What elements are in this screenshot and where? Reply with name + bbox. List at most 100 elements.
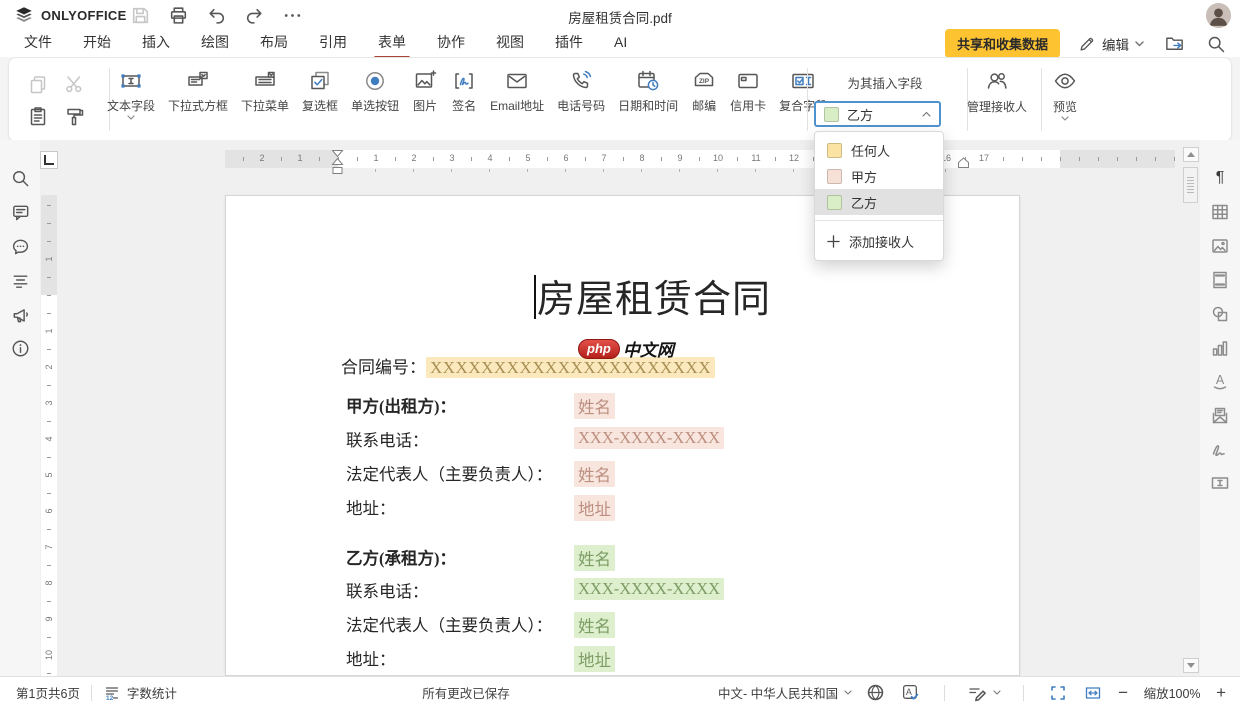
tab-home[interactable]: 开始 [81, 29, 113, 55]
toolbar-button-label: 复选框 [302, 97, 338, 114]
panel-chart-settings[interactable] [1208, 336, 1232, 360]
text-field-button[interactable]: 文本字段 [101, 63, 161, 122]
tab-collaboration[interactable]: 协作 [435, 29, 467, 55]
tab-stop-selector[interactable] [40, 151, 58, 169]
ruler-number: 10 [711, 153, 725, 164]
panel-shape-settings[interactable] [1208, 302, 1232, 326]
date-time-button[interactable]: 日期和时间 [612, 63, 684, 122]
tab-references[interactable]: 引用 [317, 29, 349, 55]
panel-text-field-settings[interactable] [1208, 471, 1232, 495]
cut-icon [63, 73, 85, 95]
representative-field-party-a[interactable]: 姓名 [574, 461, 615, 487]
toolbar-button-label: 日期和时间 [618, 97, 678, 114]
panel-headers-footers[interactable] [1208, 268, 1232, 292]
ink-annotation-button[interactable] [967, 683, 1001, 703]
scroll-up-button[interactable] [1183, 147, 1199, 162]
phone-field-party-a[interactable]: XXX-XXXX-XXXX [574, 427, 724, 449]
manage-recipients-button[interactable]: 管理接收人 [959, 67, 1035, 115]
ruler-number: 2 [255, 153, 269, 164]
spell-check-icon: A [901, 683, 920, 702]
address-field-party-a[interactable]: 地址 [574, 495, 615, 521]
role-item-party-b[interactable]: 乙方 [815, 189, 943, 215]
fit-page-button[interactable] [1046, 681, 1070, 705]
sidebar-navigation-button[interactable] [8, 268, 32, 292]
ruler-number: 6 [559, 153, 573, 164]
globe-icon [866, 683, 885, 702]
tab-insert[interactable]: 插入 [140, 29, 172, 55]
ruler-number: 5 [521, 153, 535, 164]
search-button[interactable] [1204, 32, 1228, 56]
sidebar-comments-button[interactable] [8, 200, 32, 224]
address-field-party-b[interactable]: 地址 [574, 646, 615, 672]
first-line-indent-marker[interactable] [331, 149, 344, 176]
undo-button[interactable] [204, 3, 228, 27]
zoom-level[interactable]: 缩放100% [1141, 683, 1203, 702]
dropdown-list-button[interactable]: 下拉菜单 [235, 63, 295, 122]
zoom-out-button[interactable]: − [1116, 684, 1130, 701]
format-painter-button[interactable] [59, 101, 89, 131]
print-button[interactable] [166, 3, 190, 27]
tab-view[interactable]: 视图 [494, 29, 526, 55]
checkbox-button[interactable]: 复选框 [296, 63, 344, 122]
recipient-role-select[interactable]: 乙方 [814, 101, 941, 127]
open-file-location-button[interactable] [1162, 32, 1186, 56]
scrollbar-thumb[interactable] [1183, 167, 1198, 203]
add-recipient-item[interactable]: 添加接收人 [815, 226, 943, 256]
preview-button[interactable]: 预览 [1043, 67, 1087, 121]
zip-code-button[interactable]: ZIP 邮编 [685, 63, 723, 122]
zoom-in-button[interactable]: + [1214, 684, 1228, 701]
email-address-button[interactable]: Email地址 [484, 63, 550, 122]
panel-image-settings[interactable] [1208, 234, 1232, 258]
right-indent-marker[interactable] [957, 157, 970, 169]
share-collect-data-button[interactable]: 共享和收集数据 [945, 29, 1060, 58]
tab-draw[interactable]: 绘图 [199, 29, 231, 55]
tab-file[interactable]: 文件 [22, 29, 54, 55]
representative-field-party-b[interactable]: 姓名 [574, 612, 615, 638]
tab-plugins[interactable]: 插件 [553, 29, 585, 55]
ruler-number: 3 [445, 153, 459, 164]
scroll-down-button[interactable] [1183, 658, 1199, 673]
panel-mail-merge[interactable] [1208, 403, 1232, 427]
tab-layout[interactable]: 布局 [258, 29, 290, 55]
chart-icon [1210, 338, 1230, 358]
name-field-party-b[interactable]: 姓名 [574, 545, 615, 571]
tab-ai[interactable]: AI [612, 31, 629, 53]
sidebar-about-button[interactable] [8, 336, 32, 360]
sidebar-feedback-button[interactable] [8, 302, 32, 326]
toolbar-separator [1041, 68, 1042, 131]
form-row: 地址： 地址 [226, 646, 1021, 670]
shape-icon [1210, 304, 1230, 324]
tab-forms[interactable]: 表单 [376, 29, 408, 55]
user-avatar[interactable] [1206, 3, 1231, 28]
form-row: 联系电话： XXX-XXXX-XXXX [226, 427, 1021, 451]
redo-button[interactable] [242, 3, 266, 27]
signature-field-button[interactable]: 签名 [445, 63, 483, 122]
more-actions-button[interactable] [280, 3, 304, 27]
combo-box-button[interactable]: 下拉式方框 [162, 63, 234, 122]
language-selector[interactable]: 中文- 中华人民共和国 [718, 683, 852, 702]
document-language-button[interactable] [863, 681, 887, 705]
radio-button-button[interactable]: 单选按钮 [345, 63, 405, 122]
phone-field-party-b[interactable]: XXX-XXXX-XXXX [574, 578, 724, 600]
svg-text:ZIP: ZIP [699, 78, 710, 85]
panel-signature-settings[interactable] [1208, 437, 1232, 461]
svg-text:A: A [1216, 373, 1225, 387]
sidebar-chat-button[interactable] [8, 234, 32, 258]
ruler-number: 8 [43, 576, 55, 590]
sidebar-search-button[interactable] [8, 166, 32, 190]
name-field-party-a[interactable]: 姓名 [574, 393, 615, 419]
phone-number-button[interactable]: 电话号码 [551, 63, 611, 122]
page-number-indicator[interactable]: 第1页共6页 [16, 683, 80, 702]
credit-card-button[interactable]: 信用卡 [724, 63, 772, 122]
word-count-button[interactable]: 12 字数统计 [103, 683, 177, 702]
paste-button[interactable] [23, 101, 53, 131]
image-button[interactable]: 图片 [406, 63, 444, 122]
fit-width-button[interactable] [1081, 681, 1105, 705]
panel-textart-settings[interactable]: A [1208, 369, 1232, 393]
edit-mode-selector[interactable]: 编辑 [1078, 34, 1144, 54]
panel-table-settings[interactable] [1208, 200, 1232, 224]
spell-check-button[interactable]: A [898, 681, 922, 705]
role-item-anyone[interactable]: 任何人 [815, 137, 943, 163]
role-item-party-a[interactable]: 甲方 [815, 163, 943, 189]
panel-paragraph-settings[interactable]: ¶ [1208, 166, 1232, 190]
